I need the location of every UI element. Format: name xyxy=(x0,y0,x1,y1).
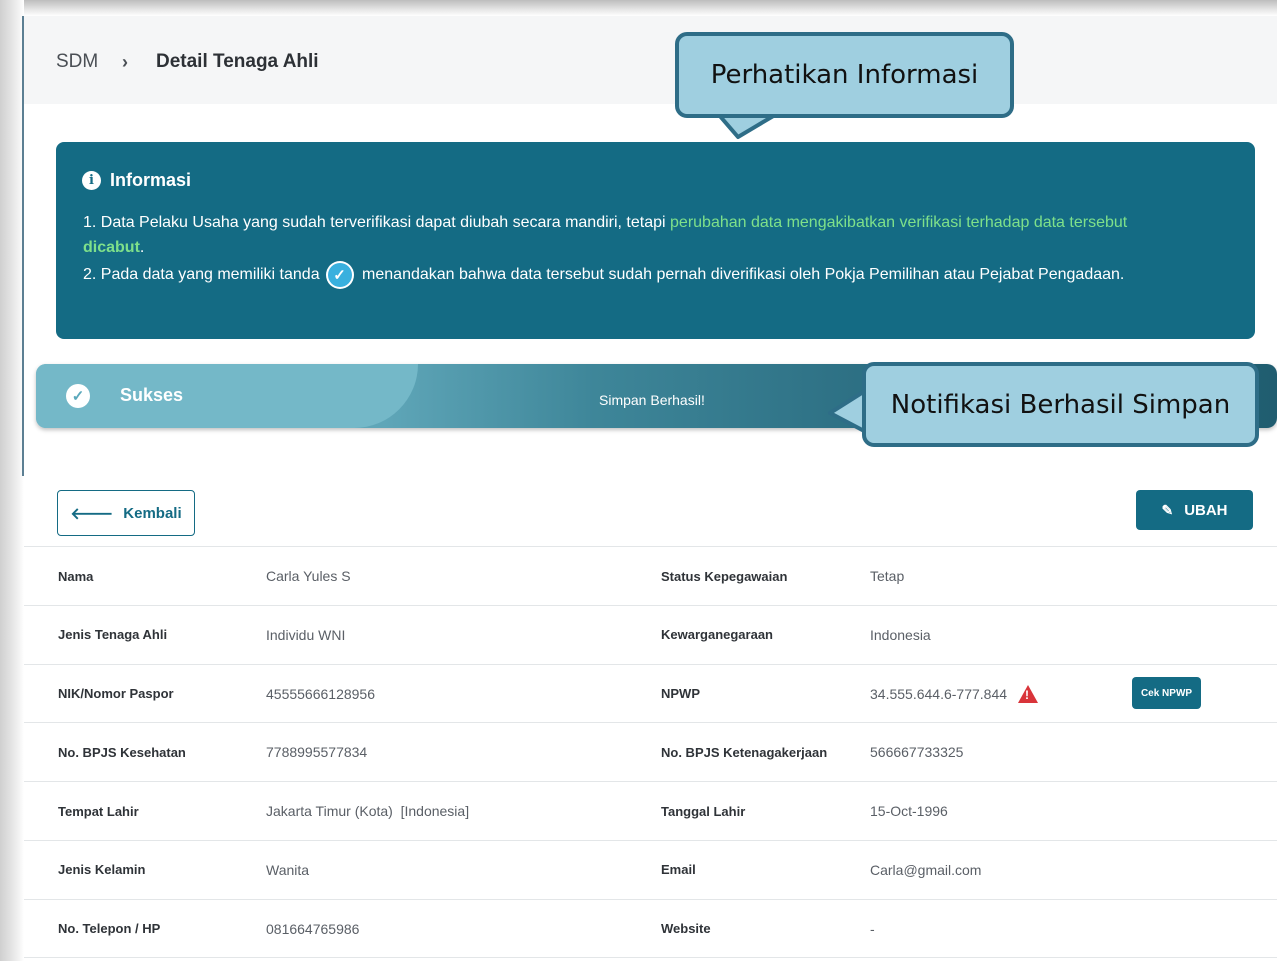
callout-success: Notifikasi Berhasil Simpan xyxy=(862,362,1259,447)
screenshot-frame: SDM › Detail Tenaga Ahli i Informasi 1. … xyxy=(0,0,1277,961)
row-label: Status Kepegawaian xyxy=(661,568,788,584)
info-item-2-suffix: menandakan bahwa data tersebut sudah per… xyxy=(362,266,1125,284)
table-row: No. BPJS Kesehatan 7788995577834 No. BPJ… xyxy=(24,722,1277,781)
table-row: Jenis Kelamin Wanita Email Carla@gmail.c… xyxy=(24,839,1277,899)
back-button-label: Kembali xyxy=(123,504,182,522)
row-value: Tetap xyxy=(870,568,905,584)
info-item-2: 2. Pada data yang memiliki tanda ✓ menand… xyxy=(83,261,1124,289)
row-label: Website xyxy=(661,921,711,937)
check-circle-icon: ✓ xyxy=(66,384,90,408)
row-label: Kewarganegaraan xyxy=(661,627,773,643)
edit-button-label: UBAH xyxy=(1184,501,1228,519)
row-value: Individu WNI xyxy=(266,626,346,643)
warning-triangle-icon: ! xyxy=(1018,684,1039,703)
page-header: SDM › Detail Tenaga Ahli xyxy=(24,16,1277,104)
row-label: Nama xyxy=(58,568,94,584)
row-label: No. Telepon / HP xyxy=(58,921,161,937)
info-item-1-text: 1. Data Pelaku Usaha yang sudah terverif… xyxy=(83,214,671,231)
table-row: No. Telepon / HP 081664765986 Website - xyxy=(24,898,1277,958)
info-item-1-highlight: perubahan data mengakibatkan verifikasi … xyxy=(670,214,1128,231)
verified-check-icon: ✓ xyxy=(325,261,354,289)
row-label: Tanggal Lahir xyxy=(661,803,746,819)
info-item-1-suffix: . xyxy=(139,239,145,256)
table-row: Nama Carla Yules S Status Kepegawaian Te… xyxy=(24,546,1277,605)
info-circle-icon: i xyxy=(82,171,101,190)
breadcrumb-separator: › xyxy=(122,52,128,72)
row-label: Tempat Lahir xyxy=(58,803,139,819)
breadcrumb-root[interactable]: SDM xyxy=(56,51,98,73)
row-value: 081664765986 xyxy=(266,920,360,937)
row-value: 7788995577834 xyxy=(266,744,368,761)
info-panel: i Informasi 1. Data Pelaku Usaha yang su… xyxy=(56,142,1255,339)
row-value: Carla@gmail.com xyxy=(870,861,982,878)
page: SDM › Detail Tenaga Ahli i Informasi 1. … xyxy=(24,16,1277,961)
edit-icon: ✎ xyxy=(1161,501,1174,518)
npwp-text: 34.555.644.6-777.844 xyxy=(870,685,1008,702)
table-row: NIK/Nomor Paspor 45555666128956 NPWP 34.… xyxy=(24,663,1277,723)
row-value: 566667733325 xyxy=(870,744,964,761)
arrow-left-icon: 🡐 xyxy=(70,505,114,523)
frame-shadow-left xyxy=(0,0,24,961)
callout-success-text: Notifikasi Berhasil Simpan xyxy=(890,389,1231,420)
row-label: Email xyxy=(661,862,696,878)
row-label: NPWP xyxy=(661,686,700,702)
row-value: Carla Yules S xyxy=(266,568,351,584)
info-item-2-prefix: 2. Pada data yang memiliki tanda xyxy=(83,266,320,284)
frame-shadow-top xyxy=(0,0,1277,16)
npwp-value: 34.555.644.6-777.844 ! xyxy=(870,665,1039,723)
info-title: i Informasi xyxy=(82,170,191,191)
row-value: - xyxy=(870,920,875,937)
success-alert-title: Sukses xyxy=(120,385,184,405)
row-label: Jenis Kelamin xyxy=(58,862,146,878)
back-button[interactable]: 🡐 Kembali xyxy=(57,490,195,536)
info-item-1-bold: dicabut xyxy=(83,239,140,256)
success-alert-message: Simpan Berhasil! xyxy=(599,392,705,408)
row-label: No. BPJS Ketenagakerjaan xyxy=(661,744,828,760)
row-label: Jenis Tenaga Ahli xyxy=(58,627,168,643)
row-value: 15-Oct-1996 xyxy=(870,803,948,820)
edit-button[interactable]: ✎ UBAH xyxy=(1136,490,1253,530)
callout-info: Perhatikan Informasi xyxy=(675,32,1014,118)
detail-table: Nama Carla Yules S Status Kepegawaian Te… xyxy=(24,546,1277,958)
check-npwp-button[interactable]: Cek NPWP xyxy=(1132,677,1201,709)
info-item-1: 1. Data Pelaku Usaha yang sudah terverif… xyxy=(83,210,1213,260)
callout-info-text: Perhatikan Informasi xyxy=(710,60,979,90)
table-row: Jenis Tenaga Ahli Individu WNI Kewargane… xyxy=(24,604,1277,664)
row-value: Jakarta Timur (Kota) [Indonesia] xyxy=(266,803,470,820)
row-value: 45555666128956 xyxy=(266,685,376,702)
row-label: No. BPJS Kesehatan xyxy=(58,744,186,760)
row-value: Indonesia xyxy=(870,626,931,643)
table-row: Tempat Lahir Jakarta Timur (Kota) [Indon… xyxy=(24,781,1277,840)
breadcrumb-current: Detail Tenaga Ahli xyxy=(156,51,319,72)
success-alert-header xyxy=(36,364,418,428)
info-title-text: Informasi xyxy=(110,170,192,190)
row-label: NIK/Nomor Paspor xyxy=(58,686,174,702)
row-value: Wanita xyxy=(266,861,310,878)
